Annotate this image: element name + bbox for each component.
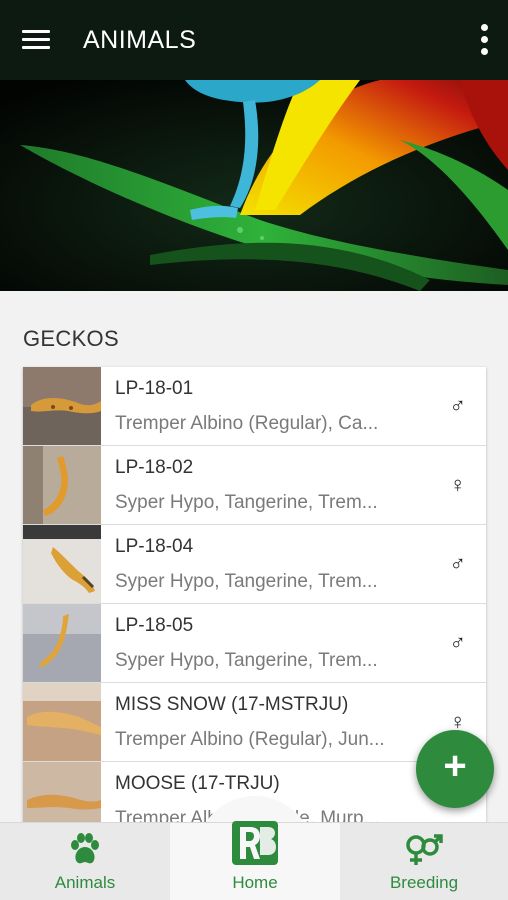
app-bar: ANIMALS [0,0,508,80]
more-vert-icon[interactable] [474,22,494,58]
animal-genes: Tremper Albino (Regular), Ca... [115,413,379,434]
breeding-sex-icon [404,833,444,872]
animal-name: LP-18-02 [115,457,194,478]
nav-animals[interactable]: Animals [0,823,170,900]
animal-photo [23,683,101,761]
nav-home[interactable]: Home [170,821,340,900]
list-item[interactable]: LP-18-01 Tremper Albino (Regular), Ca...… [23,367,486,446]
animal-name: LP-18-04 [115,536,194,557]
add-animal-button[interactable]: + [416,730,494,808]
paw-icon [67,833,103,872]
menu-icon[interactable] [20,28,52,52]
nav-breeding-label: Breeding [389,873,459,892]
animal-genes: Tremper Albino (Regular), Jun... [115,729,385,750]
page-title: ANIMALS [83,26,197,54]
animal-name: LP-18-01 [115,378,194,399]
list-item[interactable]: LP-18-05 Syper Hypo, Tangerine, Trem... … [23,604,486,683]
male-icon: ♂ [449,630,467,655]
female-icon: ♀ [449,472,467,497]
list-item[interactable]: LP-18-04 Syper Hypo, Tangerine, Trem... … [23,525,486,604]
list-item[interactable]: LP-18-02 Syper Hypo, Tangerine, Trem... … [23,446,486,525]
nav-breeding[interactable]: Breeding [340,823,508,900]
header-image [0,80,508,291]
bottom-navigation: Animals Home Breeding [0,821,508,900]
animal-genes: Syper Hypo, Tangerine, Trem... [115,492,378,513]
section-title: GECKOS [23,326,119,351]
nav-home-label: Home [232,873,278,892]
animal-name: LP-18-05 [115,615,194,636]
animal-photo [23,604,101,682]
add-icon: + [443,744,467,788]
rb-logo-icon [230,819,280,872]
male-icon: ♂ [449,393,467,418]
animal-photo [23,446,101,524]
animal-genes: Syper Hypo, Tangerine, Trem... [115,650,378,671]
animal-name: MOOSE (17-TRJU) [115,773,280,794]
animal-photo [23,525,101,603]
animal-photo [23,367,101,445]
male-icon: ♂ [449,551,467,576]
nav-animals-label: Animals [54,873,116,892]
animal-name: MISS SNOW (17-MSTRJU) [115,694,349,715]
animal-genes: Syper Hypo, Tangerine, Trem... [115,571,378,592]
